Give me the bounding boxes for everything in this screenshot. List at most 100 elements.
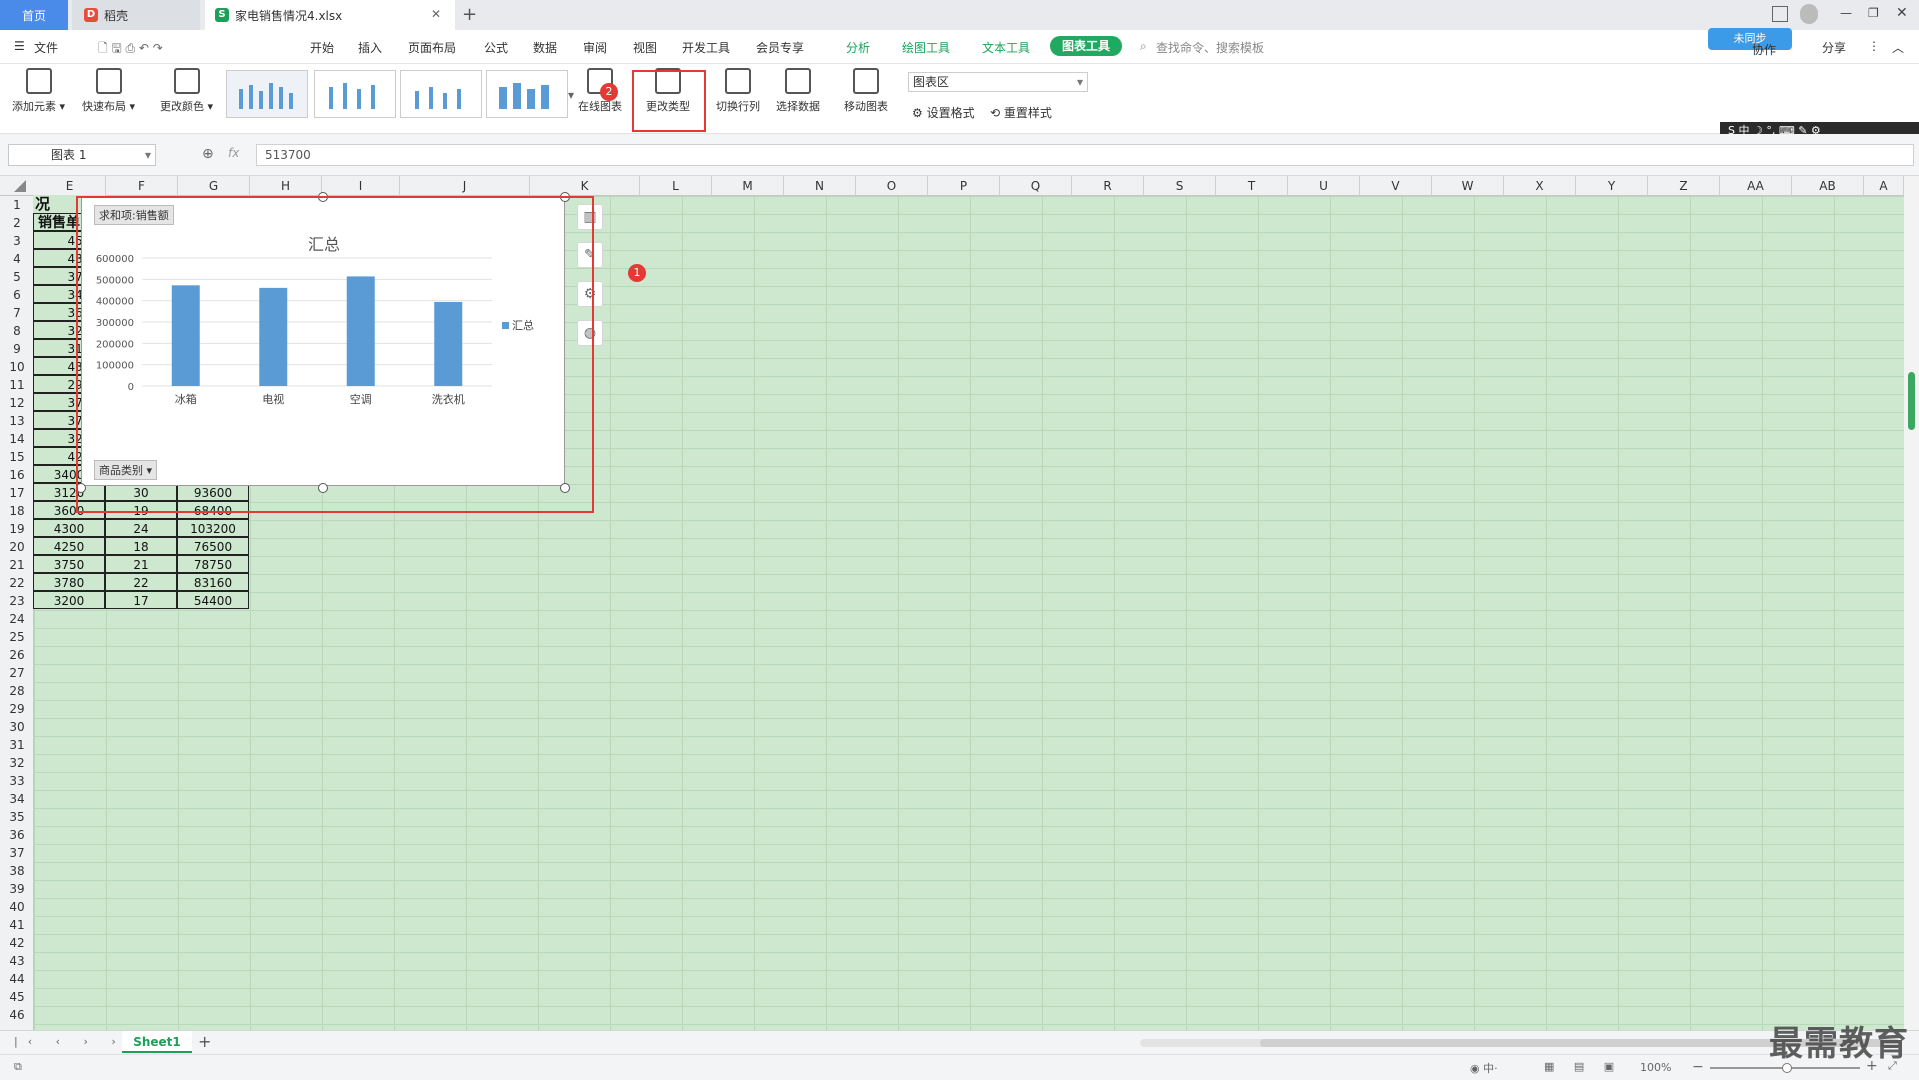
column-header-f[interactable]: F [106, 176, 178, 196]
quick-layout-button[interactable]: 快速布局 ▾ [82, 68, 135, 114]
reset-style-button[interactable]: ⟲ 重置样式 [990, 104, 1052, 121]
tab-home[interactable]: 首页 [0, 0, 68, 30]
table-cell[interactable]: 22 [105, 573, 177, 591]
new-tab-button[interactable]: + [462, 4, 477, 25]
chart-style-2[interactable] [314, 70, 396, 118]
macro-record-icon[interactable]: ⧉ [14, 1060, 22, 1074]
column-header-q[interactable]: Q [1000, 176, 1072, 196]
row-header[interactable]: 9 [0, 340, 34, 358]
menu-dev-tools[interactable]: 开发工具 [682, 39, 730, 56]
select-all-corner[interactable] [14, 180, 26, 192]
row-header[interactable]: 14 [0, 430, 34, 448]
more-icon[interactable]: ⋮ [1868, 39, 1880, 53]
column-header-w[interactable]: W [1432, 176, 1504, 196]
table-cell[interactable]: 3780 [33, 573, 105, 591]
column-header-o[interactable]: O [856, 176, 928, 196]
row-header[interactable]: 33 [0, 772, 34, 790]
menu-analysis[interactable]: 分析 [846, 39, 870, 56]
menu-collab[interactable]: 协作 [1752, 41, 1776, 58]
eye-protect-icon[interactable]: ◉ 中· [1470, 1060, 1498, 1076]
row-header[interactable]: 4 [0, 250, 34, 268]
column-header-p[interactable]: P [928, 176, 1000, 196]
column-header-x[interactable]: X [1504, 176, 1576, 196]
chart-style-3[interactable] [400, 70, 482, 118]
row-header[interactable]: 38 [0, 862, 34, 880]
row-header[interactable]: 24 [0, 610, 34, 628]
column-header-i[interactable]: I [322, 176, 400, 196]
row-header[interactable]: 13 [0, 412, 34, 430]
view-mode-icons[interactable]: ▦ ▤ ▣ [1544, 1060, 1622, 1073]
zoom-slider[interactable] [1710, 1063, 1860, 1073]
command-search[interactable]: 查找命令、搜索模板 [1156, 39, 1264, 56]
column-header-s[interactable]: S [1144, 176, 1216, 196]
menu-file[interactable]: 文件 [34, 39, 58, 56]
row-header[interactable]: 12 [0, 394, 34, 412]
row-header[interactable]: 17 [0, 484, 34, 502]
menu-text-tools[interactable]: 文本工具 [982, 39, 1030, 56]
row-header[interactable]: 39 [0, 880, 34, 898]
row-header[interactable]: 37 [0, 844, 34, 862]
row-header[interactable]: 35 [0, 808, 34, 826]
menu-insert[interactable]: 插入 [358, 39, 382, 56]
minimize-icon[interactable]: — [1840, 6, 1852, 20]
row-header[interactable]: 34 [0, 790, 34, 808]
close-window-icon[interactable]: ✕ [1896, 5, 1908, 21]
row-header[interactable]: 45 [0, 988, 34, 1006]
column-header-aa[interactable]: AA [1720, 176, 1792, 196]
table-cell[interactable]: 24 [105, 519, 177, 537]
add-element-button[interactable]: 添加元素 ▾ [12, 68, 65, 114]
row-header[interactable]: 16 [0, 466, 34, 484]
sync-badge[interactable]: 未同步 [1708, 28, 1792, 50]
row-header[interactable]: 28 [0, 682, 34, 700]
row-header[interactable]: 8 [0, 322, 34, 340]
column-header-ab[interactable]: AB [1792, 176, 1864, 196]
table-cell[interactable]: 83160 [177, 573, 249, 591]
row-header[interactable]: 19 [0, 520, 34, 538]
row-header[interactable]: 7 [0, 304, 34, 322]
column-header-m[interactable]: M [712, 176, 784, 196]
vertical-scrollbar[interactable] [1904, 176, 1919, 1030]
row-header[interactable]: 2 [0, 214, 34, 232]
move-chart-button[interactable]: 移动图表 [844, 68, 888, 114]
menu-chart-tools[interactable]: 图表工具 [1050, 36, 1123, 56]
row-header[interactable]: 40 [0, 898, 34, 916]
table-cell[interactable]: 3750 [33, 555, 105, 573]
table-cell[interactable]: 54400 [177, 591, 249, 609]
row-header[interactable]: 31 [0, 736, 34, 754]
row-header[interactable]: 18 [0, 502, 34, 520]
table-cell[interactable]: 4250 [33, 537, 105, 555]
name-box[interactable]: 图表 1 ▾ [8, 144, 156, 166]
menu-formula[interactable]: 公式 [484, 39, 508, 56]
close-tab-icon[interactable]: ✕ [431, 7, 441, 21]
scroll-thumb[interactable] [1908, 372, 1915, 430]
menu-data[interactable]: 数据 [533, 39, 557, 56]
column-header-l[interactable]: L [640, 176, 712, 196]
column-header-u[interactable]: U [1288, 176, 1360, 196]
row-header[interactable]: 32 [0, 754, 34, 772]
restore-icon[interactable]: ❐ [1868, 6, 1879, 20]
window-layout-icon[interactable] [1772, 6, 1788, 22]
avatar[interactable] [1800, 4, 1818, 24]
chart-element-select[interactable]: 图表区 ▾ [908, 72, 1088, 92]
collapse-ribbon-icon[interactable]: ︿ [1892, 39, 1904, 56]
zoom-formula-icon[interactable]: ⊕ [202, 146, 214, 162]
column-header-n[interactable]: N [784, 176, 856, 196]
row-header[interactable]: 30 [0, 718, 34, 736]
formula-input[interactable]: 513700 [256, 144, 1914, 166]
row-header[interactable]: 41 [0, 916, 34, 934]
row-header[interactable]: 6 [0, 286, 34, 304]
column-header-k[interactable]: K [530, 176, 640, 196]
table-cell[interactable]: 18 [105, 537, 177, 555]
row-header[interactable]: 3 [0, 232, 34, 250]
row-header[interactable]: 10 [0, 358, 34, 376]
styles-more-icon[interactable]: ▾ [568, 88, 574, 102]
table-cell[interactable]: 4300 [33, 519, 105, 537]
table-cell[interactable]: 3200 [33, 591, 105, 609]
row-header[interactable]: 27 [0, 664, 34, 682]
chart-style-1[interactable] [226, 70, 308, 118]
change-color-button[interactable]: 更改颜色 ▾ [160, 68, 213, 114]
row-header[interactable]: 5 [0, 268, 34, 286]
column-header-v[interactable]: V [1360, 176, 1432, 196]
sheet-nav-icons[interactable]: |‹ ‹ › ›| [14, 1035, 140, 1048]
table-cell[interactable]: 78750 [177, 555, 249, 573]
